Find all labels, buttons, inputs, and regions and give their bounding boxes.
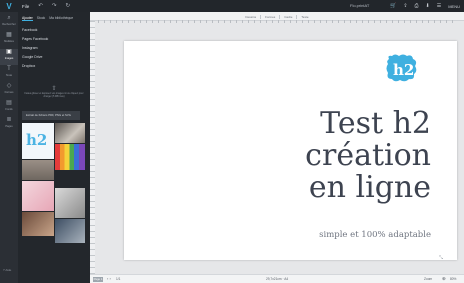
thumb-business-men[interactable] [55,219,85,243]
left-ruler [90,21,95,274]
help-link[interactable]: ? Aide [3,268,11,272]
thumb-color-swatches[interactable] [55,144,85,170]
background-icon: ▤ [6,100,12,106]
ctx-tab-cadre[interactable]: Cadre [280,15,298,19]
design-page[interactable]: h2 Test h2 création en ligne simple et 1… [124,41,457,260]
rail-item-images[interactable]: ▣ Images [0,49,18,65]
rail-item-label: Pages [5,125,13,128]
template-icon: ▦ [6,32,12,38]
rail-item-label: Rechercher [2,23,16,26]
canvas-area: Dessins Formes Cadre Texte h2 Test h2 créat… [90,12,464,274]
upload-dropzone[interactable]: ⇧ Faites glisser et déposez vos images i… [22,85,86,109]
pdf-extract-button[interactable]: Extrait de fichiers PDF, PNG et SVG [22,111,80,120]
thumb-h2-logo[interactable]: h2 [22,123,54,159]
headline-line-1: Test h2 [320,106,431,141]
rail-item-templates[interactable]: ▦ Modèles [0,32,18,48]
logo-text: h2 [393,61,414,79]
page-button[interactable]: Page 1 [93,277,103,282]
source-dropbox[interactable]: Dropbox [22,64,35,68]
rail-item-search[interactable]: ⌕ Rechercher [0,15,18,31]
rail-item-label: Modèles [4,40,14,43]
app-logo[interactable]: V [0,0,18,12]
ctx-tab-texte[interactable]: Texte [297,15,312,19]
file-menu[interactable]: File [22,4,29,9]
thumb-logo-text: h2 [26,131,48,149]
dropzone-text: Faites glisser et déposez vos images ici… [24,92,84,98]
tagline[interactable]: simple et 100% adaptable [319,230,431,240]
headline-line-2: création [305,138,431,173]
redo-icon[interactable]: ↷ [52,3,57,9]
source-facebook[interactable]: Facebook [22,28,37,32]
rail-item-label: Images [4,57,14,60]
ruler-ticks [98,20,458,23]
rail-item-label: Fonds [5,108,13,111]
rail-item-pages[interactable]: ≣ Pages [0,117,18,133]
rail-item-label: Formes [4,91,14,94]
zoom-icon[interactable]: ⊕ [442,276,446,282]
context-tabs: Dessins Formes Cadre Texte [90,15,464,19]
document-size: 29,7x21cm · A4 [266,277,289,281]
search-icon: ⌕ [7,15,11,21]
image-icon: ▣ [6,49,12,55]
source-instagram[interactable]: Instagram [22,46,38,50]
upload-icon[interactable]: ⇪ [403,3,407,9]
page-nav-arrows[interactable]: ‹ › [107,276,111,281]
page-count: 1/1 [116,277,121,281]
rail-item-backgrounds[interactable]: ▤ Fonds [0,100,18,116]
source-google-drive[interactable]: Google Drive [22,55,42,59]
zoom-percent[interactable]: 80% [450,277,456,281]
tab-ajouter[interactable]: Ajouter [22,16,33,21]
thumb-pen[interactable] [55,188,85,218]
top-toolbar: V File ↶ ↷ ↻ Flo.printAT 🛒 ⇪ ⎙ ⬇ ☰ MENU [0,0,464,12]
cart-icon[interactable]: 🛒 [390,3,396,9]
editor-app: V File ↶ ↷ ↻ Flo.printAT 🛒 ⇪ ⎙ ⬇ ☰ MENU … [0,0,464,283]
download-icon[interactable]: ⬇ [426,3,430,9]
status-bar: Page 1 ‹ › 1/1 29,7x21cm · A4 Zoom ⊕ 80% [90,274,464,283]
tab-bibliotheque[interactable]: Ma bibliothèque [49,16,73,21]
menu-icon[interactable]: ☰ [437,3,441,9]
print-icon[interactable]: ⎙ [415,3,419,9]
thumb-office[interactable] [22,212,54,236]
h2-logo[interactable]: h2 [385,53,419,83]
panel-tabs: Ajouter Stock Ma bibliothèque [22,16,73,21]
headline[interactable]: Test h2 création en ligne [305,108,431,204]
source-facebook-pages[interactable]: Pages Facebook [22,37,48,41]
tool-rail: ⌕ Rechercher ▦ Modèles ▣ Images T Texte … [0,12,18,283]
menu-label[interactable]: MENU [448,4,460,9]
thumb-workspace[interactable] [55,123,85,143]
tab-stock[interactable]: Stock [37,16,45,21]
zoom-label: Zoom [424,277,433,281]
resize-handle-icon[interactable]: ⤡ [439,255,443,261]
thumb-pink-bottles[interactable] [22,181,54,211]
upload-icon: ⇧ [51,86,57,92]
top-right-actions: 🛒 ⇪ ⎙ ⬇ ☰ MENU [390,0,460,12]
rail-item-shapes[interactable]: ◇ Formes [0,83,18,99]
undo-icon[interactable]: ↶ [38,3,43,9]
ctx-tab-formes[interactable]: Formes [261,15,281,19]
rail-item-text[interactable]: T Texte [0,66,18,82]
headline-line-3: en ligne [308,170,431,205]
rail-item-label: Texte [5,74,13,77]
thumb-people[interactable] [22,160,54,180]
text-icon: T [7,66,11,72]
redo2-icon[interactable]: ↻ [65,3,70,9]
document-title[interactable]: Flo.printAT [350,3,369,8]
ctx-tab-dessins[interactable]: Dessins [241,15,262,19]
layers-icon: ≣ [6,117,12,123]
shape-icon: ◇ [6,83,12,89]
